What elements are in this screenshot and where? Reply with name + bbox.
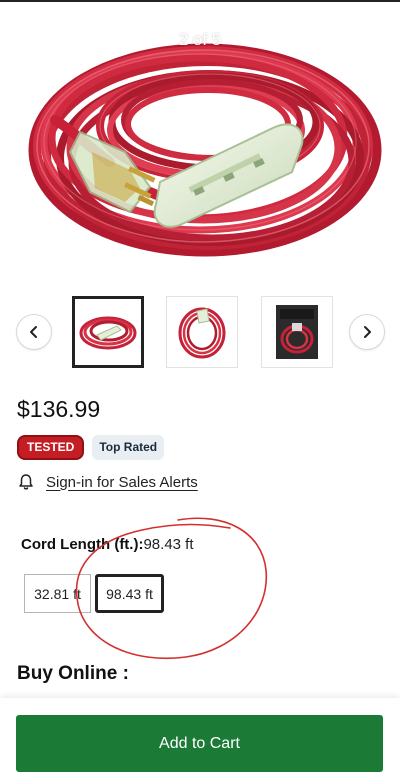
carousel-prev-button[interactable]	[16, 314, 52, 350]
buy-online-heading: Buy Online :	[17, 663, 129, 684]
option-selected-value: 98.43 ft	[143, 536, 194, 553]
packaged-cord-thumbnail-image	[276, 305, 318, 359]
product-main-image[interactable]: 2 of 5	[0, 2, 400, 282]
add-to-cart-button[interactable]: Add to Cart	[16, 715, 383, 772]
option-name: Cord Length (ft.):	[21, 536, 144, 553]
sticky-footer: Add to Cart	[0, 698, 400, 775]
coiled-cord-thumbnail-image	[79, 316, 137, 350]
thumbnail-coiled-cord[interactable]	[72, 296, 144, 368]
cord-length-option-32[interactable]: 32.81 ft	[24, 574, 91, 613]
sales-alerts-link[interactable]: Sign-in for Sales Alerts	[46, 474, 198, 491]
bell-icon	[19, 474, 33, 490]
chevron-left-icon	[30, 326, 37, 338]
carousel-next-button[interactable]	[349, 314, 385, 350]
top-rated-badge: Top Rated	[92, 435, 165, 460]
tested-badge: TESTED	[17, 435, 85, 460]
cord-length-option-98[interactable]: 98.43 ft	[95, 574, 164, 613]
thumbnail-carousel	[0, 296, 400, 368]
thumbnail-packaged-cord[interactable]	[261, 296, 333, 368]
thumbnail-single-coil[interactable]	[166, 296, 238, 368]
image-counter: 2 of 5	[178, 30, 222, 49]
sales-alerts-row[interactable]: Sign-in for Sales Alerts	[17, 471, 198, 493]
chevron-right-icon	[364, 326, 371, 338]
product-price: $136.99	[17, 396, 101, 422]
cord-length-label: Cord Length (ft.):98.43 ft	[21, 536, 194, 553]
product-badges: TESTED Top Rated	[17, 435, 165, 461]
single-coil-thumbnail-image	[178, 307, 226, 359]
